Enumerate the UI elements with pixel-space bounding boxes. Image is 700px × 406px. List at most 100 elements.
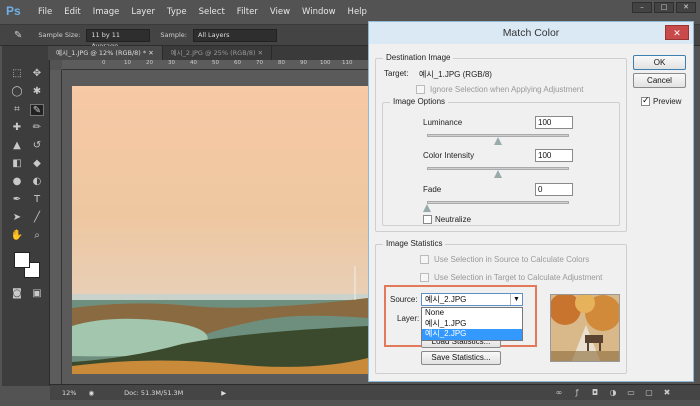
use-target-selection-checkbox[interactable] <box>420 273 429 282</box>
menu-filter[interactable]: Filter <box>231 7 264 17</box>
trash-icon[interactable]: ✖ <box>662 388 672 397</box>
photoshop-logo: Ps <box>6 4 21 18</box>
landscape-photo <box>72 86 368 374</box>
image-canvas[interactable] <box>72 86 368 374</box>
ruler-tick: 0 <box>102 60 106 66</box>
source-select-value: 예시_2.JPG <box>425 295 467 304</box>
menu-file[interactable]: File <box>32 7 58 17</box>
use-source-selection-checkbox[interactable] <box>420 255 429 264</box>
sample-label: Sample: <box>160 31 187 39</box>
eyedropper-icon[interactable]: ✎ <box>14 30 22 41</box>
document-tabs: 예시_1.JPG @ 12% (RGB/8) * ✕ 예시_2.JPG @ 25… <box>48 46 368 60</box>
menu-edit[interactable]: Edit <box>58 7 86 17</box>
zoom-level[interactable]: 12% <box>62 389 76 397</box>
neutralize-label: Neutralize <box>435 215 472 224</box>
maximize-button[interactable]: □ <box>654 2 674 13</box>
menu-view[interactable]: View <box>264 7 296 17</box>
ruler-top: 0 10 20 30 40 50 60 70 80 90 100 110 <box>62 60 368 70</box>
save-statistics-button[interactable]: Save Statistics... <box>421 351 501 365</box>
ruler-tick: 80 <box>278 60 285 66</box>
eyedropper-tool-icon[interactable]: ✎ <box>30 104 44 116</box>
ruler-tick: 20 <box>146 60 153 66</box>
stamp-icon[interactable]: ▲ <box>10 140 24 152</box>
color-intensity-input[interactable]: 100 <box>535 149 573 162</box>
source-option-none[interactable]: None <box>422 308 522 319</box>
history-brush-icon[interactable]: ↺ <box>30 140 44 152</box>
minimize-button[interactable]: – <box>632 2 652 13</box>
luminance-input[interactable]: 100 <box>535 116 573 129</box>
link-layers-icon[interactable]: ∞ <box>554 388 564 397</box>
tab-doc-2[interactable]: 예시_2.JPG @ 25% (RGB/8) ✕ <box>163 46 273 60</box>
sample-size-select[interactable]: 11 by 11 Average <box>86 28 151 50</box>
crop-icon[interactable]: ⌗ <box>10 104 24 116</box>
ok-button[interactable]: OK <box>633 55 686 70</box>
panel-bottom-bar: ∞ ƒ ◘ ◑ ▭ ▢ ✖ <box>368 384 700 400</box>
folder-icon[interactable]: ▭ <box>626 388 636 397</box>
foreground-color-swatch[interactable] <box>14 252 30 268</box>
chevron-down-icon[interactable]: ▼ <box>510 294 522 305</box>
magic-wand-icon[interactable]: ✱ <box>30 86 44 98</box>
dialog-close-button[interactable]: ✕ <box>665 25 689 40</box>
hand-icon[interactable]: ✋ <box>10 230 24 242</box>
target-label: Target: <box>384 69 409 78</box>
preview-checkbox[interactable] <box>641 95 650 106</box>
marquee-icon[interactable]: ⬚ <box>10 68 24 80</box>
neutralize-checkbox[interactable] <box>423 215 432 224</box>
dodge-icon[interactable]: ◐ <box>30 176 44 188</box>
ruler-tick: 70 <box>256 60 263 66</box>
luminance-slider-thumb[interactable] <box>494 137 502 145</box>
move-icon[interactable]: ✥ <box>30 68 44 80</box>
menu-type[interactable]: Type <box>161 7 193 17</box>
screen-mode-icon[interactable]: ▣ <box>30 288 44 300</box>
status-bar: 12% ◉ Doc: 51.3M/51.3M ▶ <box>50 384 368 400</box>
tab-doc-1[interactable]: 예시_1.JPG @ 12% (RGB/8) * ✕ <box>48 46 163 60</box>
brush-icon[interactable]: ✏ <box>30 122 44 134</box>
lasso-icon[interactable]: ◯ <box>10 86 24 98</box>
source-thumbnail <box>550 294 620 362</box>
ruler-tick: 50 <box>212 60 219 66</box>
sample-select[interactable]: All Layers <box>192 28 277 42</box>
line-icon[interactable]: ╱ <box>30 212 44 224</box>
ruler-tick: 110 <box>342 60 353 66</box>
menu-layer[interactable]: Layer <box>125 7 161 17</box>
doc-size: Doc: 51.3M/51.3M <box>124 388 184 397</box>
zoom-icon[interactable]: ⌕ <box>30 230 44 242</box>
quick-mask-icon[interactable]: ◙ <box>10 288 24 300</box>
image-statistics-label: Image Statistics <box>383 239 446 248</box>
image-options-label: Image Options <box>390 97 449 106</box>
fade-slider-track[interactable] <box>427 201 569 204</box>
adjustment-icon[interactable]: ◑ <box>608 388 618 397</box>
source-select[interactable]: 예시_2.JPG ▼ <box>421 293 523 306</box>
blur-icon[interactable]: ● <box>10 176 24 188</box>
close-window-button[interactable]: ✕ <box>676 2 696 13</box>
fade-label: Fade <box>423 185 442 194</box>
color-intensity-label: Color Intensity <box>423 151 475 160</box>
cancel-button[interactable]: Cancel <box>633 73 686 88</box>
ignore-selection-checkbox[interactable] <box>416 85 425 94</box>
ruler-left <box>50 70 62 384</box>
fx-icon[interactable]: ƒ <box>572 388 582 397</box>
healing-icon[interactable]: ✚ <box>10 122 24 134</box>
status-arrow-icon[interactable]: ▶ <box>221 389 226 397</box>
source-option-2[interactable]: 예시_2.JPG <box>422 329 522 340</box>
new-layer-icon[interactable]: ▢ <box>644 388 654 397</box>
ruler-tick: 10 <box>124 60 131 66</box>
menu-window[interactable]: Window <box>296 7 342 17</box>
type-icon[interactable]: T <box>30 194 44 206</box>
fade-slider-thumb[interactable] <box>423 204 431 212</box>
eraser-icon[interactable]: ◧ <box>10 158 24 170</box>
mask-icon[interactable]: ◘ <box>590 388 600 397</box>
color-intensity-slider-thumb[interactable] <box>494 170 502 178</box>
layer-label: Layer: <box>397 314 420 323</box>
menu-help[interactable]: Help <box>342 7 373 17</box>
fade-input[interactable]: 0 <box>535 183 573 196</box>
bucket-icon[interactable]: ◆ <box>30 158 44 170</box>
sample-size-label: Sample Size: <box>38 31 81 39</box>
pen-icon[interactable]: ✒ <box>10 194 24 206</box>
source-option-1[interactable]: 예시_1.JPG <box>422 319 522 330</box>
path-select-icon[interactable]: ➤ <box>10 212 24 224</box>
menu-image[interactable]: Image <box>87 7 126 17</box>
preview-label: Preview <box>653 97 682 106</box>
menu-select[interactable]: Select <box>193 7 231 17</box>
globe-icon: ◉ <box>88 388 95 397</box>
